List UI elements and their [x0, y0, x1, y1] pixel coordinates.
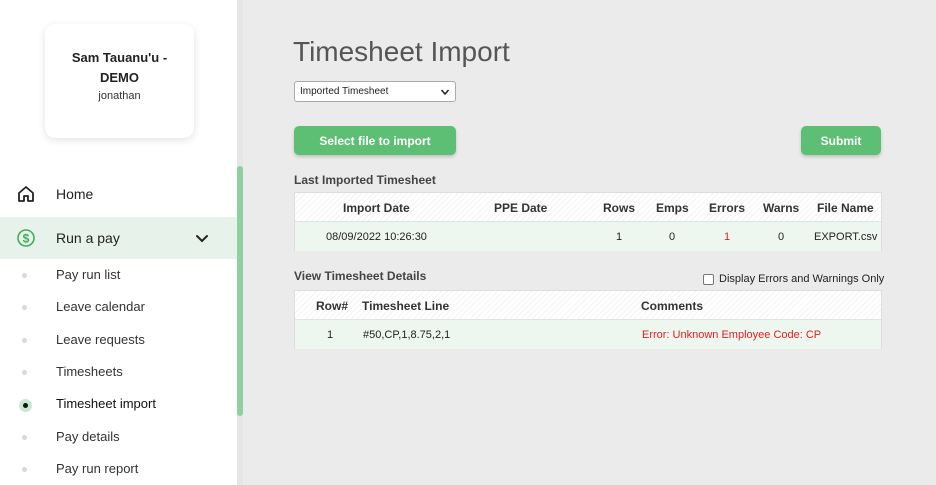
- sidebar-subitem-label: Leave calendar: [56, 299, 145, 314]
- cell-timesheet-line: #50,CP,1,8.75,2,1: [363, 329, 451, 341]
- errors-only-checkbox[interactable]: [703, 273, 714, 285]
- column-header-rows[interactable]: Rows: [603, 201, 635, 215]
- chevron-down-icon: [440, 89, 450, 96]
- bullet-dot-icon: [22, 273, 27, 278]
- import-type-selected-value: Imported Timesheet: [300, 86, 389, 97]
- last-imported-table: Import Date PPE Date Rows Emps Errors Wa…: [294, 192, 882, 251]
- sidebar-subitem-pay-run-list[interactable]: Pay run list: [0, 261, 237, 289]
- cell-import-date: 08/09/2022 10:26:30: [326, 231, 427, 243]
- select-file-button[interactable]: Select file to import: [294, 126, 456, 155]
- sidebar-subitem-leave-calendar[interactable]: Leave calendar: [0, 293, 237, 321]
- cell-warns: 0: [778, 231, 785, 243]
- sidebar-item-run-a-pay[interactable]: $ Run a pay: [0, 217, 237, 259]
- cell-file-name: EXPORT.csv: [814, 231, 878, 243]
- submit-button[interactable]: Submit: [801, 126, 881, 155]
- column-header-row-number[interactable]: Row#: [316, 299, 348, 313]
- cell-rows: 1: [616, 231, 623, 243]
- sidebar-item-home[interactable]: Home: [0, 173, 237, 215]
- sidebar-subitem-label: Pay run report: [56, 461, 139, 476]
- bullet-dot-icon: [22, 370, 27, 375]
- sidebar-subitem-label: Timesheet import: [56, 396, 156, 411]
- sidebar-subitem-label: Timesheets: [56, 364, 123, 379]
- bullet-dot-icon: [22, 467, 27, 472]
- errors-only-label: Display Errors and Warnings Only: [719, 273, 885, 285]
- sidebar-subitem-label: Leave requests: [56, 332, 145, 347]
- sidebar-item-label: Home: [56, 186, 94, 202]
- last-imported-title: Last Imported Timesheet: [294, 173, 436, 187]
- import-type-select[interactable]: Imported Timesheet: [294, 81, 456, 102]
- column-header-file-name[interactable]: File Name: [817, 201, 874, 215]
- sidebar-scrollbar-thumb[interactable]: [237, 166, 243, 416]
- column-header-timesheet-line[interactable]: Timesheet Line: [362, 299, 449, 313]
- cell-row-number: 1: [327, 329, 334, 341]
- bullet-dot-icon: [22, 305, 27, 310]
- sidebar-subitem-label: Pay details: [56, 429, 120, 444]
- sidebar-subitem-leave-requests[interactable]: Leave requests: [0, 326, 237, 354]
- details-title: View Timesheet Details: [294, 269, 427, 283]
- bullet-dot-icon: [22, 435, 27, 440]
- column-header-errors[interactable]: Errors: [709, 201, 745, 215]
- sidebar-subitem-timesheet-import[interactable]: Timesheet import: [0, 390, 237, 418]
- table-header: Import Date PPE Date Rows Emps Errors Wa…: [295, 193, 881, 222]
- active-bullet-icon: [19, 399, 32, 412]
- sidebar-subitem-timesheets[interactable]: Timesheets: [0, 358, 237, 386]
- sidebar-item-label: Run a pay: [56, 230, 120, 246]
- account-username: jonathan: [98, 90, 141, 102]
- home-icon: [18, 186, 34, 202]
- account-name: Sam Tauanu'u - DEMO: [71, 50, 168, 85]
- dollar-circle-icon: $: [17, 229, 35, 247]
- sidebar-subitem-pay-details[interactable]: Pay details: [0, 423, 237, 451]
- account-card[interactable]: Sam Tauanu'u - DEMO jonathan: [45, 24, 194, 138]
- sidebar-subitem-pay-run-report[interactable]: Pay run report: [0, 455, 237, 483]
- sidebar-subitem-label: Pay run list: [56, 267, 121, 282]
- table-header: Row# Timesheet Line Comments: [295, 291, 881, 320]
- bullet-dot-icon: [22, 338, 27, 343]
- chevron-down-icon[interactable]: [194, 230, 210, 246]
- table-row[interactable]: 1 #50,CP,1,8.75,2,1 Error: Unknown Emplo…: [295, 320, 881, 349]
- cell-errors: 1: [724, 231, 731, 243]
- page-title: Timesheet Import: [293, 36, 510, 67]
- column-header-warns[interactable]: Warns: [763, 201, 799, 215]
- column-header-import-date[interactable]: Import Date: [343, 201, 410, 215]
- column-header-emps[interactable]: Emps: [656, 201, 689, 215]
- errors-only-filter[interactable]: Display Errors and Warnings Only: [703, 273, 884, 285]
- timesheet-details-table: Row# Timesheet Line Comments 1 #50,CP,1,…: [294, 290, 882, 349]
- column-header-ppe-date[interactable]: PPE Date: [494, 201, 547, 215]
- cell-comment: Error: Unknown Employee Code: CP: [642, 329, 822, 341]
- svg-text:$: $: [23, 232, 30, 246]
- sidebar: Sam Tauanu'u - DEMO jonathan Home $ Run …: [0, 0, 243, 485]
- cell-emps: 0: [669, 231, 676, 243]
- column-header-comments[interactable]: Comments: [641, 299, 703, 313]
- table-row[interactable]: 08/09/2022 10:26:30 1 0 1 0 EXPORT.csv: [295, 222, 881, 251]
